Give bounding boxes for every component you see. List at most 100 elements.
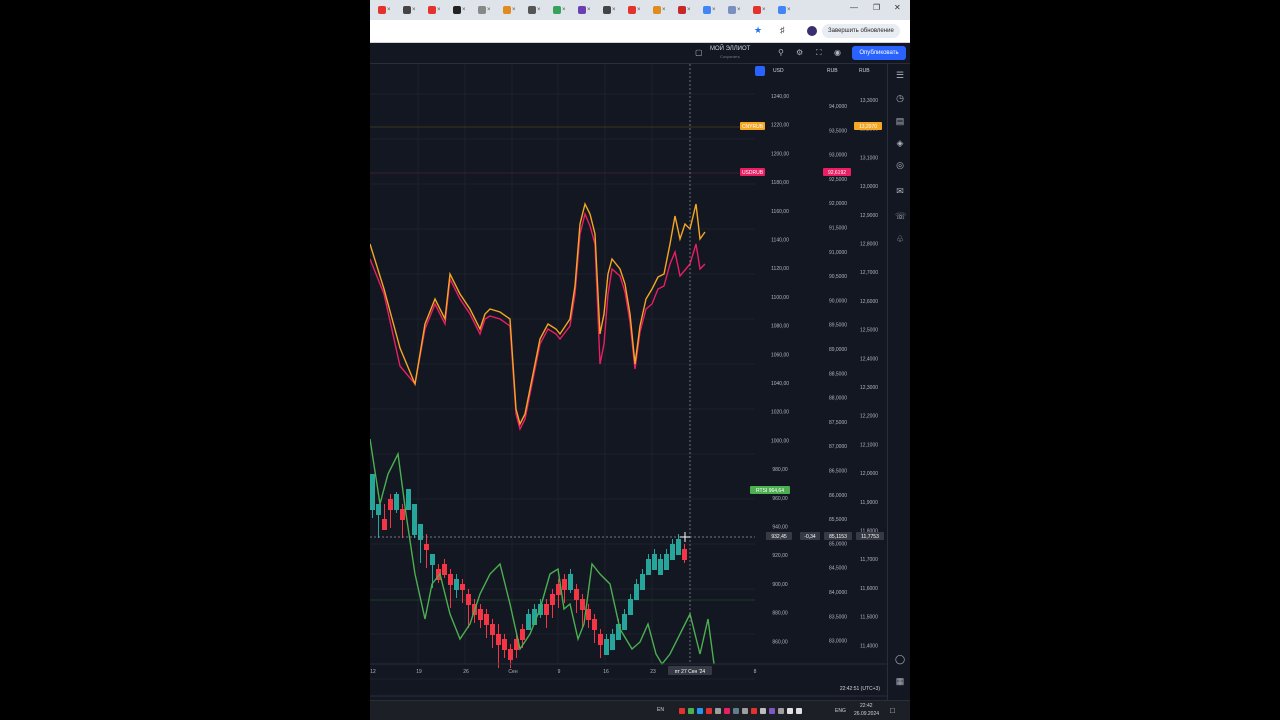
maximize-icon[interactable]: ❐ — [873, 3, 880, 12]
browser-tab[interactable]: × — [628, 4, 650, 16]
support-icon[interactable]: ☏ — [895, 211, 906, 222]
tab-close-icon[interactable]: × — [487, 6, 491, 14]
browser-tab[interactable]: × — [703, 4, 725, 16]
cny-axis-tick: 13,0000 — [860, 184, 878, 190]
candle — [664, 554, 669, 570]
notifications-tray-icon[interactable]: □ — [890, 706, 895, 715]
browser-tab[interactable]: × — [428, 4, 450, 16]
candle — [610, 634, 615, 650]
candle — [490, 624, 495, 635]
usd-scale-button[interactable]: USD — [773, 68, 784, 74]
app-tray-icon[interactable] — [760, 708, 766, 714]
candle — [550, 594, 555, 605]
minimize-icon[interactable]: — — [850, 3, 858, 12]
update-button[interactable]: Завершить обновление — [822, 24, 900, 38]
app-tray-icon[interactable] — [688, 708, 694, 714]
tab-close-icon[interactable]: × — [762, 6, 766, 14]
camera-icon[interactable]: ◉ — [834, 48, 841, 57]
tab-close-icon[interactable]: × — [712, 6, 716, 14]
watchlist-icon[interactable]: ☰ — [895, 70, 905, 81]
cny-axis-tick: 12,8000 — [860, 242, 878, 248]
tab-close-icon[interactable]: × — [412, 6, 416, 14]
tab-close-icon[interactable]: × — [737, 6, 741, 14]
rub-axis-tick: 89,5000 — [829, 323, 847, 329]
usd-axis-tick: 1200,00 — [771, 151, 789, 157]
browser-tab[interactable]: × — [403, 4, 425, 16]
browser-tab[interactable]: × — [778, 4, 800, 16]
tab-close-icon[interactable]: × — [612, 6, 616, 14]
rub-axis-tick: 83,5000 — [829, 614, 847, 620]
browser-tab[interactable]: × — [603, 4, 625, 16]
close-window-icon[interactable]: ✕ — [894, 3, 901, 12]
time-axis-tick: 16 — [603, 669, 609, 675]
app-tray-icon[interactable] — [733, 708, 739, 714]
tab-favicon-icon — [378, 6, 386, 14]
tab-close-icon[interactable]: × — [562, 6, 566, 14]
address-bar[interactable]: ★ ♯ Завершить обновление — [370, 20, 910, 43]
extensions-icon[interactable]: ♯ — [780, 25, 785, 35]
browser-tab[interactable]: × — [678, 4, 700, 16]
dom-icon[interactable]: ◯ — [895, 654, 905, 665]
gear-icon[interactable]: ⚙ — [796, 48, 803, 57]
app-tray-icon[interactable] — [751, 708, 757, 714]
browser-tab[interactable]: × — [528, 4, 550, 16]
candle — [658, 559, 663, 575]
app-tray-icon[interactable] — [697, 708, 703, 714]
alarm-icon[interactable]: ◷ — [895, 93, 905, 104]
tab-close-icon[interactable]: × — [587, 6, 591, 14]
chart-area[interactable]: 1240,00 1220,00 1200,00 1180,00 1160,00 1140,… — [370, 64, 887, 704]
app-tray-icon[interactable] — [769, 708, 775, 714]
bookmark-star-icon[interactable]: ★ — [754, 25, 762, 36]
browser-tab[interactable]: × — [378, 4, 400, 16]
browser-tab[interactable]: × — [578, 4, 600, 16]
candle — [616, 624, 621, 640]
app-tray-icon[interactable] — [679, 708, 685, 714]
app-tray-icon[interactable] — [796, 708, 802, 714]
lang-indicator-2[interactable]: ENG — [835, 708, 846, 714]
app-tray-icon[interactable] — [787, 708, 793, 714]
search-icon[interactable]: ⚲ — [778, 48, 784, 57]
tab-close-icon[interactable]: × — [637, 6, 641, 14]
tab-close-icon[interactable]: × — [787, 6, 791, 14]
tab-close-icon[interactable]: × — [437, 6, 441, 14]
chat-icon[interactable]: ✉ — [895, 186, 905, 197]
app-tray-icon[interactable] — [706, 708, 712, 714]
tab-close-icon[interactable]: × — [462, 6, 466, 14]
notifications-icon[interactable]: ♧ — [895, 234, 905, 245]
rub-scale-button-2[interactable]: RUB — [859, 68, 870, 74]
app-tray-icon[interactable] — [742, 708, 748, 714]
browser-tab[interactable]: × — [753, 4, 775, 16]
rub-axis-tick: 92,0000 — [829, 201, 847, 207]
layout-icon[interactable]: ▢ — [695, 48, 703, 57]
app-tray-icon[interactable] — [715, 708, 721, 714]
tab-close-icon[interactable]: × — [512, 6, 516, 14]
fullscreen-icon[interactable]: ⛶ — [816, 48, 822, 58]
browser-tab[interactable]: × — [453, 4, 475, 16]
app-tray-icon[interactable] — [778, 708, 784, 714]
rub-scale-button[interactable]: RUB — [827, 68, 838, 74]
browser-tab[interactable]: × — [553, 4, 575, 16]
profile-avatar[interactable] — [807, 26, 817, 36]
calendar-icon[interactable]: ▦ — [895, 676, 905, 687]
browser-tab[interactable]: × — [503, 4, 525, 16]
tab-close-icon[interactable]: × — [687, 6, 691, 14]
browser-tab[interactable]: × — [478, 4, 500, 16]
tab-close-icon[interactable]: × — [537, 6, 541, 14]
layout-name[interactable]: МОЙ ЭЛЛИОТ — [710, 46, 750, 52]
browser-tab[interactable]: × — [728, 4, 750, 16]
tab-close-icon[interactable]: × — [662, 6, 666, 14]
usd-axis-tick: 1040,00 — [771, 381, 789, 387]
layout-save-label[interactable]: Сохранить — [720, 54, 740, 59]
publish-button[interactable]: Опубликовать — [852, 46, 906, 60]
app-tray-icon[interactable] — [724, 708, 730, 714]
browser-tab[interactable]: × — [653, 4, 675, 16]
chart-svg[interactable]: 1240,00 1220,00 1200,00 1180,00 1160,00 1140,… — [370, 64, 887, 704]
news-icon[interactable]: ▤ — [895, 116, 905, 127]
tab-close-icon[interactable]: × — [387, 6, 391, 14]
layers-icon[interactable]: ◈ — [895, 138, 905, 149]
usd-axis-tick: 920,00 — [772, 553, 788, 559]
lang-indicator[interactable]: EN — [657, 707, 664, 713]
scale-toggle-icon[interactable] — [755, 66, 765, 76]
ideas-icon[interactable]: ◎ — [895, 160, 905, 171]
candle — [592, 619, 597, 630]
